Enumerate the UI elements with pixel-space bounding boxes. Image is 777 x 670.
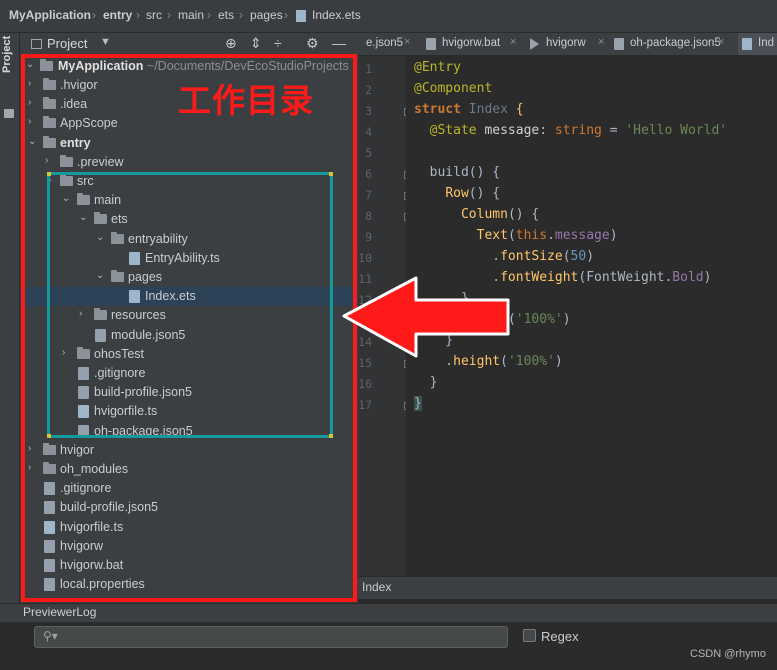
close-icon[interactable]: × (598, 36, 604, 48)
annotation-arrow (342, 276, 510, 358)
search-icon: ⚲▾ (43, 629, 58, 643)
line-number: 2 (365, 83, 372, 97)
line-number: 7 (365, 188, 372, 202)
line-number: 17 (358, 398, 372, 412)
tab-index-ets[interactable]: Ind (738, 33, 777, 55)
breadcrumb-item-main[interactable]: main (178, 8, 204, 22)
frame-handle (329, 172, 333, 176)
project-view-icon (31, 39, 42, 49)
watermark-text: CSDN @rhymo (690, 648, 766, 660)
code-line: struct Index { (414, 102, 524, 117)
structure-item[interactable]: Index (362, 580, 391, 594)
code-line: } (414, 375, 438, 390)
line-number: 8 (365, 209, 372, 223)
close-icon[interactable]: × (718, 36, 724, 48)
tab-hvigorw-bat[interactable]: hvigorw.bat × (426, 33, 522, 55)
breadcrumb-separator: › (239, 8, 243, 22)
tab-label: oh-package.json5 (630, 37, 721, 49)
tool-window-strip: Project (0, 33, 20, 603)
project-panel-header: Project ▼ ⊕ ⇕ ÷ ⚙ — (20, 33, 358, 55)
tab-hvigorw[interactable]: hvigorw × (530, 33, 610, 55)
file-icon (614, 38, 624, 50)
minimize-icon[interactable]: — (332, 35, 346, 51)
editor-structure-breadcrumb: Index (358, 576, 777, 599)
code-line: .fontSize(50) (414, 249, 595, 264)
close-icon[interactable]: × (510, 36, 516, 48)
project-panel-title[interactable]: Project (47, 36, 87, 51)
editor-tab-bar: e.json5 × hvigorw.bat × hvigorw × oh-pac… (358, 33, 777, 56)
annotation-work-dir-label: 工作目录 (178, 81, 314, 120)
code-line: Row() { (445, 186, 501, 201)
frame-handle (329, 434, 333, 438)
breadcrumb-separator: › (207, 8, 211, 22)
code-line: Column() { (460, 207, 540, 222)
previewer-log-header: PreviewerLog (0, 603, 777, 623)
line-number: 4 (365, 125, 372, 139)
breadcrumb-separator: › (167, 8, 171, 22)
breadcrumb-item-src[interactable]: src (146, 8, 162, 22)
regex-label: Regex (541, 629, 579, 644)
file-icon (742, 38, 752, 50)
line-number: 6 (365, 167, 372, 181)
line-number: 3 (365, 104, 372, 118)
tab-json5[interactable]: e.json5 × (358, 33, 416, 55)
file-icon (426, 38, 436, 50)
line-number: 1 (365, 62, 372, 76)
code-line: build() { (429, 165, 501, 180)
code-line: @State message: string = 'Hello World' (429, 123, 728, 138)
breadcrumb-item-pages[interactable]: pages (250, 8, 283, 22)
breadcrumb-item-project[interactable]: MyApplication (9, 8, 91, 22)
annotation-teal-frame (47, 172, 333, 438)
breadcrumb-item-module[interactable]: entry (103, 8, 132, 22)
navigation-breadcrumb: MyApplication › entry › src › main › ets… (0, 0, 777, 33)
tab-label: e.json5 (366, 37, 404, 49)
run-icon (530, 38, 539, 50)
code-line: @Component (414, 81, 493, 96)
line-number: 10 (358, 251, 372, 265)
target-icon[interactable]: ⊕ (225, 35, 237, 52)
line-number: 9 (365, 230, 372, 244)
folder-icon (4, 109, 14, 118)
tab-label: hvigorw.bat (442, 37, 501, 49)
regex-checkbox[interactable] (523, 629, 536, 642)
gear-icon[interactable]: ⚙ (306, 35, 319, 52)
previewer-log-title[interactable]: PreviewerLog (23, 605, 96, 619)
line-number: 5 (365, 146, 372, 160)
chevron-down-icon[interactable]: ▼ (100, 36, 111, 48)
collapse-all-icon[interactable]: ÷ (274, 35, 282, 51)
code-line: @Entry (414, 60, 461, 75)
frame-handle (47, 434, 51, 438)
tab-oh-package[interactable]: oh-package.json5 × (614, 33, 730, 55)
code-line: Text(this.message) (476, 228, 618, 243)
log-search-input[interactable]: ⚲▾ (34, 626, 508, 648)
breadcrumb-separator: › (136, 8, 140, 22)
expand-all-icon[interactable]: ⇕ (250, 35, 262, 52)
tab-label: hvigorw (546, 37, 586, 49)
code-line: } (414, 396, 422, 411)
breadcrumb-item-file[interactable]: Index.ets (312, 8, 361, 22)
line-number: 16 (358, 377, 372, 391)
breadcrumb-separator: › (284, 8, 288, 22)
breadcrumb-separator: › (92, 8, 96, 22)
breadcrumb-item-ets[interactable]: ets (218, 8, 234, 22)
project-tool-button[interactable]: Project (1, 36, 13, 73)
frame-handle (47, 172, 51, 176)
file-icon (296, 10, 306, 22)
tab-label: Ind (758, 37, 774, 49)
close-icon[interactable]: × (404, 36, 410, 48)
